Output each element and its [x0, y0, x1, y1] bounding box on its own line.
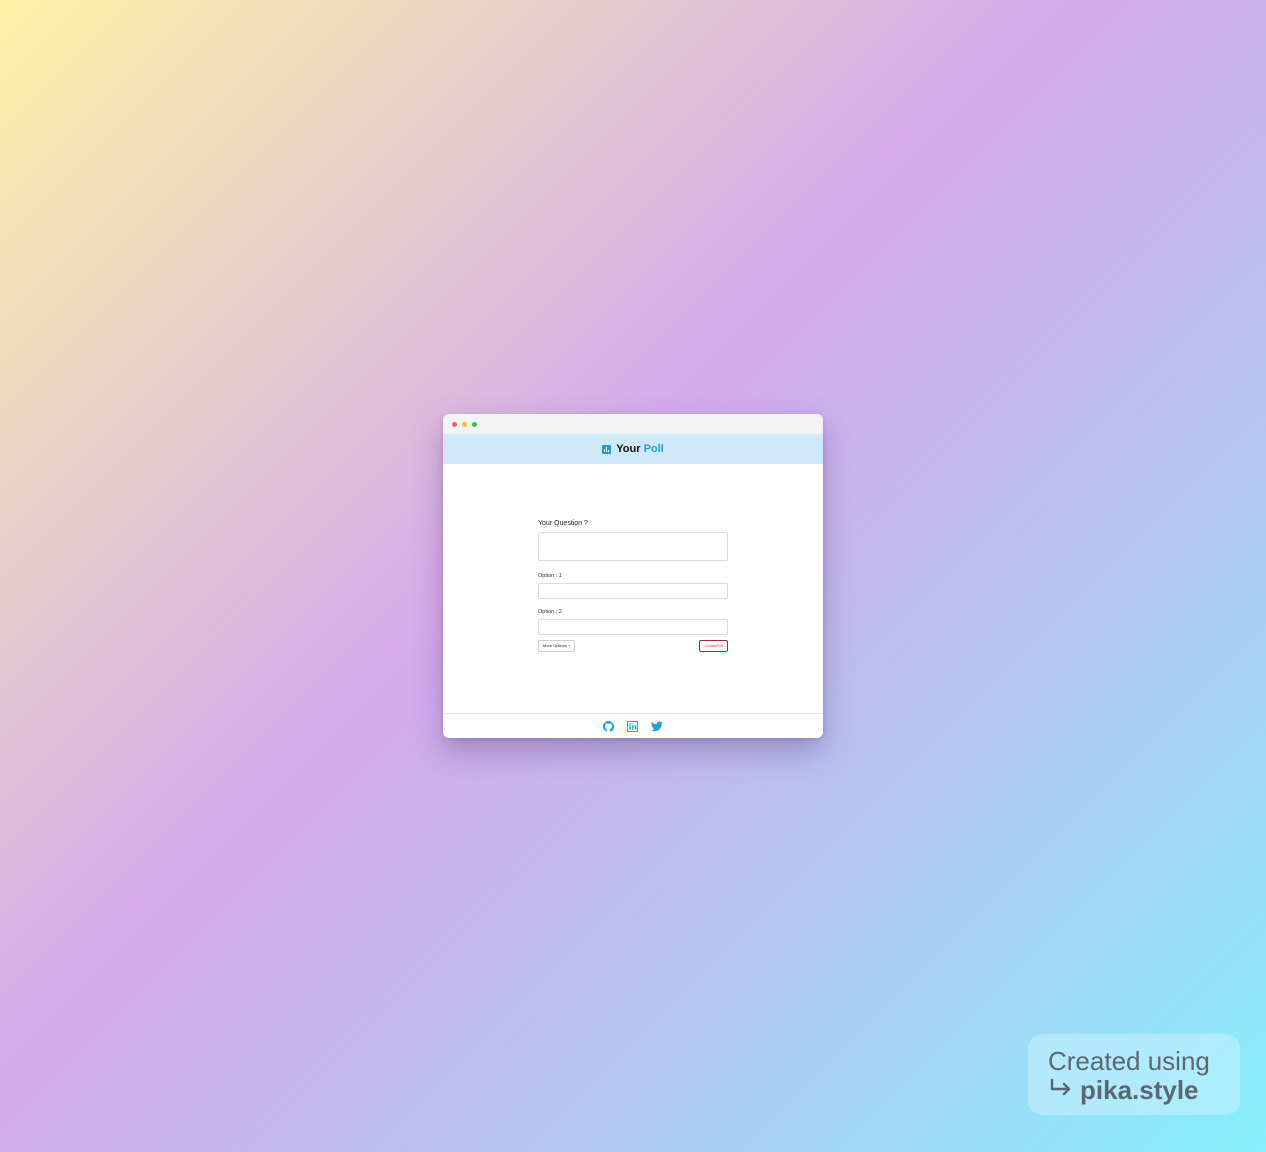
create-poll-button[interactable]: CreatePoll	[699, 640, 728, 652]
watermark-line-2-row: pika.style	[1048, 1076, 1240, 1104]
bar-chart-icon	[602, 444, 612, 454]
question-input[interactable]	[538, 532, 728, 561]
close-window-dot[interactable]	[452, 421, 457, 427]
arrow-return-icon	[1048, 1076, 1074, 1104]
option-2-input[interactable]	[538, 619, 728, 635]
linkedin-icon[interactable]	[627, 720, 638, 732]
brand-word-poll: Poll	[643, 443, 664, 455]
twitter-icon[interactable]	[651, 721, 663, 732]
option-1-label: Option : 1	[538, 573, 562, 579]
footer	[443, 713, 823, 738]
question-label: Your Question ?	[538, 520, 588, 527]
brand-word-your: Your	[616, 443, 641, 455]
watermark-line-1: Created using	[1048, 1046, 1210, 1076]
pika-watermark[interactable]: Created using pika.style	[1028, 1034, 1240, 1115]
more-options-button[interactable]: More Options +	[538, 640, 576, 652]
form-actions: More Options + CreatePoll	[538, 640, 728, 652]
github-icon[interactable]	[603, 720, 614, 732]
option-1-input[interactable]	[538, 583, 728, 599]
browser-window: Your Poll Your Question ? Option : 1 Opt…	[443, 414, 823, 738]
watermark-brand: pika.style	[1080, 1075, 1199, 1105]
minimize-window-dot[interactable]	[462, 421, 467, 427]
window-titlebar	[443, 414, 823, 434]
create-poll-form: Your Question ? Option : 1 Option : 2 Mo…	[538, 519, 728, 652]
maximize-window-dot[interactable]	[472, 421, 477, 427]
option-2-label: Option : 2	[538, 609, 562, 615]
app-header: Your Poll	[443, 434, 823, 464]
brand-title[interactable]: Your Poll	[616, 443, 663, 455]
